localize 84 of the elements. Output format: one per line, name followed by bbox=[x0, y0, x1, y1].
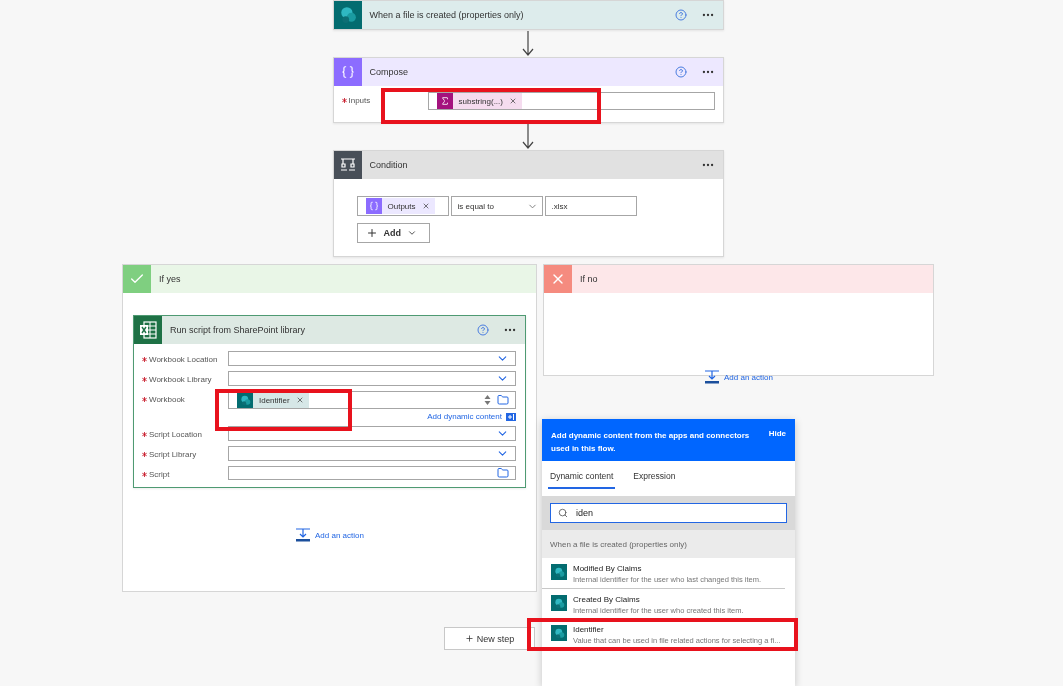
condition-operand-field[interactable]: Outputs bbox=[356, 196, 449, 216]
required-mark-icon bbox=[142, 452, 147, 457]
sharepoint-logo-icon bbox=[553, 627, 565, 639]
braces-icon bbox=[368, 201, 379, 211]
card-title: Condition bbox=[369, 160, 409, 170]
item-title: Modified By Claims bbox=[573, 564, 643, 573]
panel-header-text: Add dynamic content from the apps and connectors used in this flow. bbox=[551, 430, 751, 455]
required-mark-icon bbox=[142, 377, 147, 382]
required-mark-icon bbox=[142, 472, 147, 477]
panel-tab[interactable]: Expression bbox=[631, 469, 678, 489]
hide-button[interactable]: Hide bbox=[768, 429, 786, 438]
remove-icon[interactable] bbox=[508, 97, 517, 105]
card-header[interactable]: Compose bbox=[333, 58, 723, 86]
remove-icon[interactable] bbox=[295, 396, 304, 404]
stepper-icon[interactable] bbox=[484, 394, 491, 406]
token-label: Identifier bbox=[259, 395, 290, 405]
item-title: Created By Claims bbox=[573, 595, 641, 604]
help-icon[interactable] bbox=[674, 9, 687, 21]
card-title: Run script from SharePoint library bbox=[170, 325, 307, 335]
card-header[interactable]: When a file is created (properties only) bbox=[333, 1, 723, 29]
spreadsheet-logo-icon bbox=[139, 321, 157, 339]
sharepoint-logo-icon bbox=[553, 597, 565, 609]
search-value: iden bbox=[576, 508, 593, 518]
new-step-button[interactable]: New step bbox=[444, 627, 535, 650]
folder-icon[interactable] bbox=[497, 394, 509, 406]
required-mark-icon bbox=[341, 98, 347, 103]
field-label: Workbook Library bbox=[149, 375, 212, 384]
required-mark-icon bbox=[142, 397, 147, 402]
chevron-down-icon bbox=[407, 228, 417, 238]
branch-title: If no bbox=[580, 274, 599, 284]
field-label: Workbook bbox=[149, 395, 185, 404]
input-field[interactable] bbox=[228, 351, 516, 366]
field-label: Script Library bbox=[149, 450, 197, 459]
field-label: Workbook Location bbox=[149, 355, 218, 364]
braces-icon bbox=[340, 65, 355, 79]
value-field[interactable]: .xlsx bbox=[544, 196, 637, 216]
card-title: When a file is created (properties only) bbox=[369, 10, 525, 20]
connector-arrow bbox=[522, 30, 534, 57]
add-action-link[interactable]: Add an action bbox=[295, 528, 364, 542]
plus-icon bbox=[365, 227, 378, 239]
field-label: Script Location bbox=[149, 430, 202, 439]
input-field[interactable] bbox=[228, 446, 516, 461]
card-header[interactable]: Run script from SharePoint library bbox=[134, 316, 525, 344]
branch-title: If yes bbox=[159, 274, 182, 284]
item-title: Identifier bbox=[573, 625, 605, 634]
operator-value: is equal to bbox=[457, 201, 495, 211]
remove-icon[interactable] bbox=[421, 202, 430, 210]
branch-header[interactable]: If yes bbox=[123, 265, 536, 293]
sharepoint-logo-icon bbox=[338, 6, 357, 24]
plus-icon bbox=[464, 634, 474, 643]
token-chip[interactable]: substring(...) bbox=[436, 93, 522, 109]
insert-step-icon bbox=[295, 528, 312, 542]
branch-header[interactable]: If no bbox=[544, 265, 933, 293]
folder-icon[interactable] bbox=[497, 467, 509, 479]
panel-tab[interactable]: Dynamic content bbox=[548, 469, 616, 489]
value-text: .xlsx bbox=[551, 201, 569, 211]
operator-dropdown[interactable]: is equal to bbox=[450, 196, 543, 216]
card-header[interactable]: Condition bbox=[333, 151, 723, 179]
input-field[interactable] bbox=[228, 466, 516, 480]
token-label: substring(...) bbox=[458, 96, 503, 106]
add-button[interactable]: Add bbox=[356, 223, 430, 243]
branch-icon bbox=[339, 157, 356, 173]
search-icon bbox=[558, 508, 568, 518]
insert-step-icon bbox=[704, 370, 721, 384]
help-icon[interactable] bbox=[674, 66, 687, 78]
function-icon bbox=[439, 96, 450, 106]
search-field[interactable]: iden bbox=[550, 503, 787, 523]
add-content-icon[interactable] bbox=[506, 412, 516, 421]
add-action-link[interactable]: Add an action bbox=[704, 370, 773, 384]
sharepoint-logo-icon bbox=[239, 394, 251, 406]
field-label: Script bbox=[149, 470, 170, 479]
input-field[interactable] bbox=[228, 371, 516, 386]
add-dynamic-content-link[interactable]: Add dynamic content bbox=[427, 412, 502, 421]
required-mark-icon bbox=[142, 357, 147, 362]
token-label: Outputs bbox=[387, 201, 416, 211]
field-label: Inputs bbox=[348, 96, 371, 105]
connector-arrow bbox=[522, 123, 534, 150]
token-chip[interactable]: Outputs bbox=[365, 198, 435, 214]
required-mark-icon bbox=[142, 432, 147, 437]
card-title: Compose bbox=[369, 67, 410, 77]
sharepoint-logo-icon bbox=[553, 566, 565, 578]
input-field[interactable]: Identifier bbox=[228, 391, 516, 409]
help-icon[interactable] bbox=[477, 324, 489, 336]
group-heading: When a file is created (properties only) bbox=[542, 530, 795, 558]
